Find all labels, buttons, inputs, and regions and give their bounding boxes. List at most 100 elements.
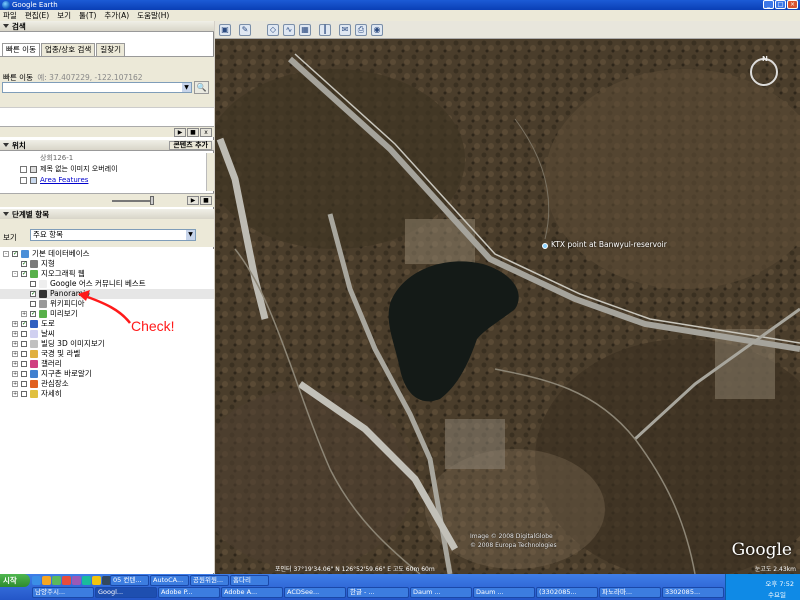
tree-item[interactable]: + 국경 및 라벨 [0,349,214,359]
checkbox[interactable] [21,391,27,397]
maximize-button[interactable]: □ [775,0,786,9]
image-overlay-icon[interactable]: ▦ [299,24,311,36]
checkbox[interactable] [21,341,27,347]
taskbar-task-button[interactable]: Daum ... [410,587,472,598]
taskbar-task-button[interactable]: 3302085... [662,587,724,598]
checkbox[interactable]: ✓ [12,251,18,257]
placemark-icon[interactable]: ✎ [239,24,251,36]
expand-icon[interactable]: + [12,381,18,387]
checkbox[interactable]: ✓ [30,311,36,317]
tree-item[interactable]: + 지구촌 바로알기 [0,369,214,379]
minimize-button[interactable]: _ [763,0,774,9]
chevron-down-icon[interactable]: ▼ [182,83,191,92]
close-button[interactable]: × [787,0,798,9]
checkbox[interactable] [20,166,27,173]
opacity-slider-track[interactable] [112,200,154,202]
taskbar-task-button[interactable]: 남양주시... [32,587,94,598]
view-select[interactable]: 주요 항목 ▼ [30,229,196,241]
menu-edit[interactable]: 편집(E) [25,10,49,21]
menu-file[interactable]: 파일 [3,10,17,21]
print-icon[interactable]: ⎙ [355,24,367,36]
taskbar-task-button[interactable]: Googl... [95,587,157,598]
tree-item[interactable]: - ✓ 기본 데이터베이스 [0,249,214,259]
compass-icon[interactable]: N [750,55,778,86]
list-item[interactable]: 제목 없는 이미지 오버레이 [0,164,214,175]
taskbar-task-button[interactable]: Daum ... [473,587,535,598]
tree-item[interactable]: + 날씨 [0,329,214,339]
menu-view[interactable]: 보기 [57,10,71,21]
taskbar-task-button[interactable]: 홈다리 [230,575,269,586]
checkbox[interactable] [30,281,36,287]
list-item[interactable]: 상회126-1 [0,153,214,164]
play-button[interactable]: ▶ [174,128,186,137]
search-input[interactable]: ▼ [2,82,192,93]
collapse-icon[interactable]: - [3,251,9,257]
expand-icon[interactable]: + [12,391,18,397]
tab-business-search[interactable]: 업종/상호 검색 [40,43,96,56]
taskbar-task-button[interactable]: ACDSee... [284,587,346,598]
checkbox[interactable]: ✓ [21,261,27,267]
checkbox[interactable] [21,371,27,377]
checkbox[interactable] [21,351,27,357]
tree-item[interactable]: + 빌딩 3D 이미지보기 [0,339,214,349]
collapse-icon[interactable]: - [12,271,18,277]
ruler-icon[interactable]: ┃ [319,24,331,36]
checkbox[interactable]: ✓ [30,291,36,297]
search-panel-header[interactable]: 검색 [0,21,214,32]
taskbar-task-button[interactable]: 한글 - ... [347,587,409,598]
taskbar-task-button[interactable]: 공원위원... [190,575,229,586]
expand-icon[interactable]: + [21,311,27,317]
menu-add[interactable]: 추가(A) [104,10,129,21]
place-link[interactable]: Area Features [40,175,88,186]
checkbox[interactable]: ✓ [21,271,27,277]
expand-icon[interactable]: + [12,371,18,377]
checkbox[interactable] [20,177,27,184]
list-item[interactable]: Area Features [0,175,214,186]
expand-icon[interactable]: + [12,341,18,347]
tab-directions[interactable]: 길찾기 [96,43,125,56]
checkbox[interactable]: ✓ [21,321,27,327]
play-button[interactable]: ▶ [187,196,199,205]
taskbar-task-button[interactable]: Adobe P... [158,587,220,598]
stop-button[interactable]: ■ [200,196,212,205]
search-hint: 예: 37.407229, -122.107162 [37,73,143,82]
checkbox[interactable] [21,381,27,387]
placemark-pin-icon[interactable] [542,243,548,249]
menu-help[interactable]: 도움말(H) [137,10,169,21]
tree-item[interactable]: + 자세히 [0,389,214,399]
checkbox[interactable] [30,301,36,307]
taskbar-task-button[interactable]: AutoCA... [150,575,189,586]
chevron-down-icon[interactable]: ▼ [186,230,195,240]
path-icon[interactable]: ∿ [283,24,295,36]
tree-item[interactable]: - ✓ 지오그래픽 웹 [0,269,214,279]
taskbar-task-button[interactable]: 05 컨텐... [110,575,149,586]
expand-icon[interactable]: + [12,321,18,327]
taskbar-task-button[interactable]: 파노라마... [599,587,661,598]
email-icon[interactable]: ✉ [339,24,351,36]
search-button[interactable]: 🔍 [194,81,209,94]
tab-fly-to[interactable]: 빠른 이동 [2,43,40,56]
polygon-icon[interactable]: ◇ [267,24,279,36]
layer-icon [30,350,38,358]
places-panel-header[interactable]: 위치 콘텐츠 추가 [0,140,214,151]
checkbox[interactable] [21,361,27,367]
expand-icon[interactable]: + [12,331,18,337]
expand-icon[interactable]: + [12,351,18,357]
tree-item[interactable]: + 관심장소 [0,379,214,389]
menu-tools[interactable]: 툴(T) [79,10,96,21]
clear-button[interactable]: x [200,128,212,137]
opacity-slider-thumb[interactable] [150,196,154,205]
add-content-button[interactable]: 콘텐츠 추가 [169,141,212,150]
scrollbar[interactable] [206,153,214,191]
google-maps-icon[interactable]: ◉ [371,24,383,36]
expand-icon[interactable]: + [12,361,18,367]
taskbar-task-button[interactable]: (3302085... [536,587,598,598]
taskbar-task-button[interactable]: Adobe A... [221,587,283,598]
tree-item[interactable]: + 갤러리 [0,359,214,369]
placemark-label[interactable]: KTX point at Banwyul-reservoir [551,240,667,249]
map-view[interactable]: KTX point at Banwyul-reservoir Image © 2… [215,39,800,574]
stop-button[interactable]: ■ [187,128,199,137]
checkbox[interactable] [21,331,27,337]
sidebar-toggle-icon[interactable]: ▣ [219,24,231,36]
tree-item[interactable]: ✓ 지형 [0,259,214,269]
